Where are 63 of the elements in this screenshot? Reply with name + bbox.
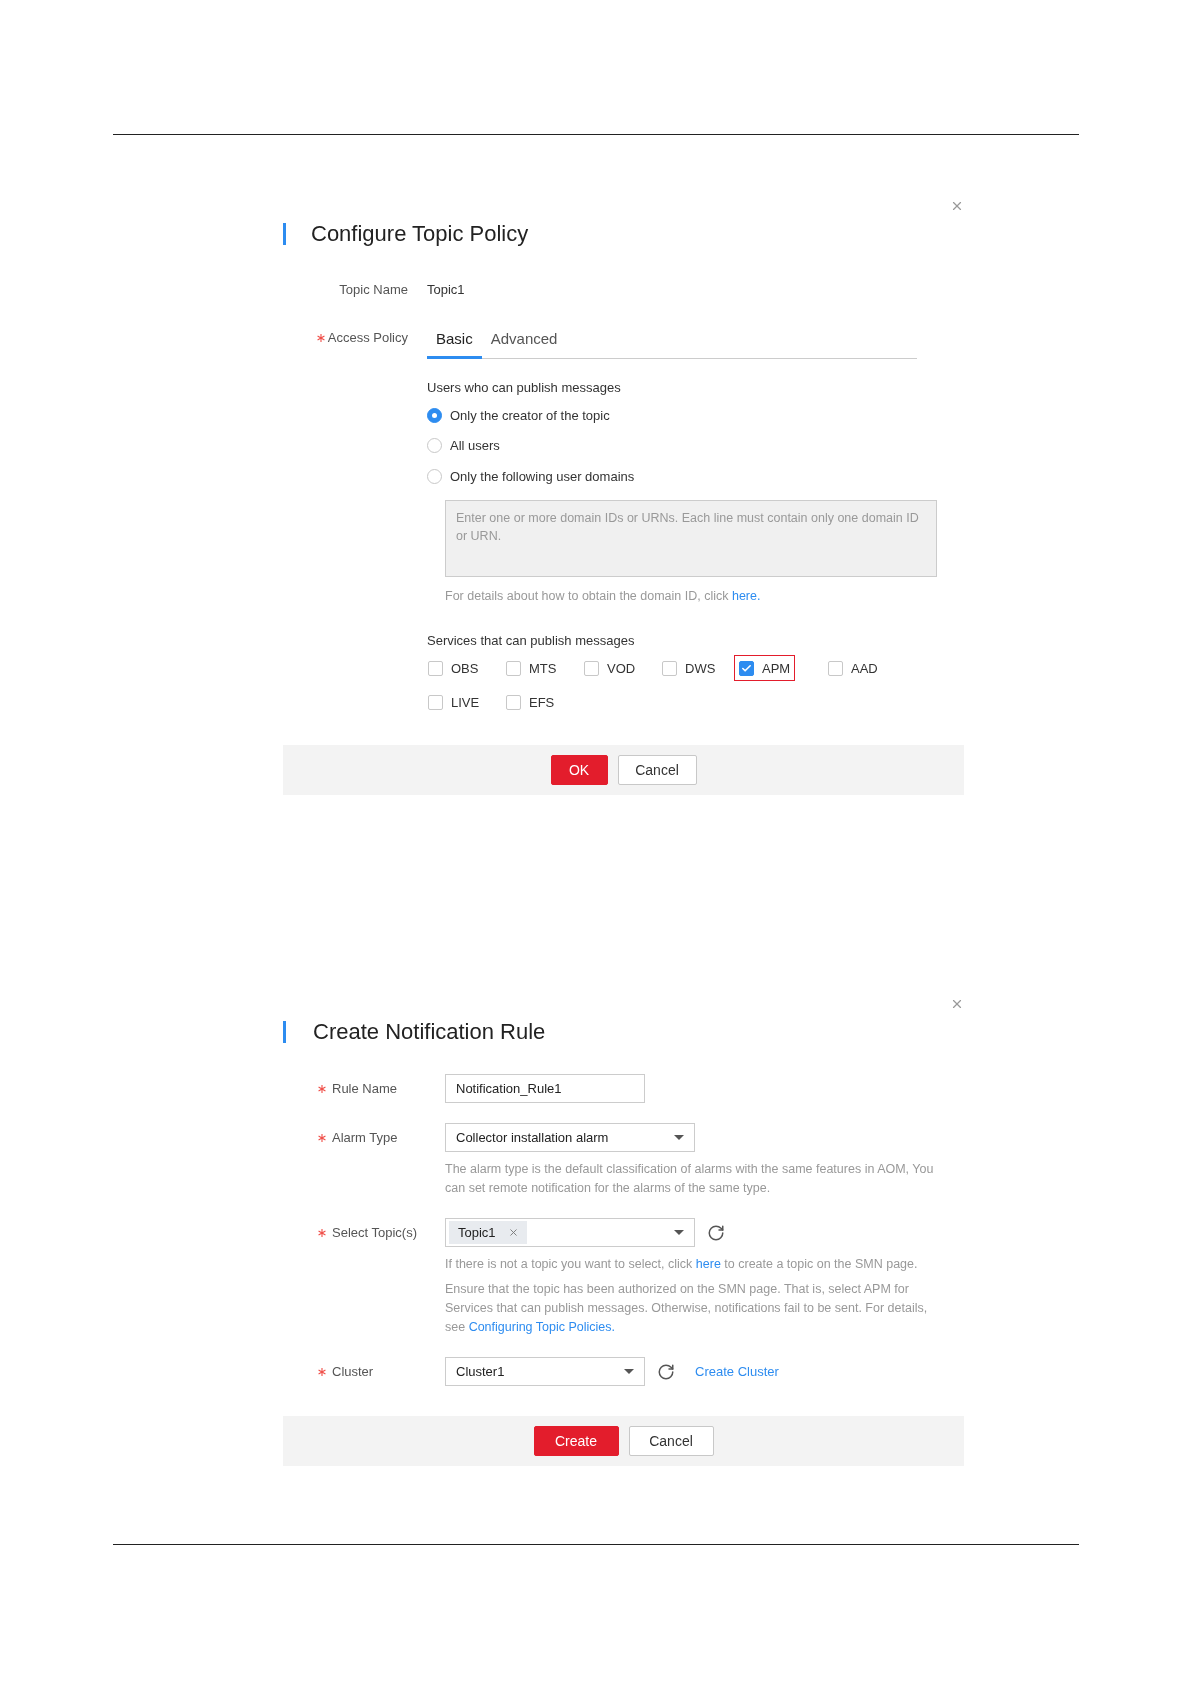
checkbox[interactable] xyxy=(662,660,677,676)
dropdown[interactable]: Collector installation alarm xyxy=(445,1123,695,1153)
field-label: Rule Name xyxy=(332,1080,398,1098)
caret-icon xyxy=(674,1135,684,1141)
create-cluster-link[interactable]: Create Cluster xyxy=(695,1362,779,1382)
checkbox[interactable] xyxy=(584,660,599,676)
section-heading: Users who can publish messages xyxy=(427,379,622,397)
topic-select[interactable]: Topic1 xyxy=(445,1218,695,1248)
tab[interactable]: Basic xyxy=(427,327,482,359)
field-label: Select Topic(s) xyxy=(332,1224,417,1242)
here-link[interactable]: here. xyxy=(731,589,761,603)
section-heading: Services that can publish messages xyxy=(427,631,636,650)
remove-icon[interactable] xyxy=(507,1227,519,1239)
tab[interactable]: Advanced xyxy=(481,327,567,359)
checkbox-label: EFS xyxy=(529,693,555,712)
caret-icon xyxy=(624,1369,634,1375)
checkbox-label: APM xyxy=(762,659,791,678)
radio-button[interactable] xyxy=(427,468,442,484)
confirm-button[interactable]: OK xyxy=(550,755,608,786)
checkbox[interactable] xyxy=(506,694,521,710)
domain-hint: For details about how to obtain the domain ID, click here. xyxy=(445,588,762,605)
radio-label: All users xyxy=(450,437,500,455)
checkbox[interactable] xyxy=(428,660,443,676)
rule-name-input[interactable]: Notification_Rule1 xyxy=(445,1074,645,1104)
checkbox[interactable] xyxy=(828,660,843,676)
checkbox-label: LIVE xyxy=(451,693,480,712)
refresh-icon[interactable] xyxy=(657,1362,675,1381)
refresh-icon[interactable] xyxy=(707,1223,725,1242)
checkbox-label: AAD xyxy=(851,659,878,678)
cancel-button[interactable]: Cancel xyxy=(617,755,697,786)
dialog-title: Create Notification Rule xyxy=(313,1018,546,1047)
checkbox-label: DWS xyxy=(685,659,716,678)
title-accent xyxy=(283,222,286,245)
checkbox-label: MTS xyxy=(529,659,557,678)
cancel-button[interactable]: Cancel xyxy=(628,1426,714,1457)
field-hint: If there is not a topic you want to select, click here to create a topic on the SMN page. xyxy=(445,1256,919,1274)
radio-button[interactable] xyxy=(427,438,442,454)
checkbox-label: VOD xyxy=(607,659,636,678)
field-label: Cluster xyxy=(332,1363,374,1381)
checkbox-label: OBS xyxy=(451,659,479,678)
check-icon xyxy=(741,662,752,674)
caret-icon xyxy=(674,1230,684,1236)
field-hint: The alarm type is the default classification of alarms with the same features in AOM, You can set remote notification for the alarms of the same type. xyxy=(445,1161,935,1198)
topic-tag: Topic1 xyxy=(449,1221,527,1245)
domains-field[interactable]: Enter one or more domain IDs or URNs. Each line must contain only one domain ID or URN. xyxy=(445,500,937,577)
radio-label: Only the following user domains xyxy=(450,467,635,486)
confirm-button[interactable]: Create xyxy=(533,1426,619,1457)
hint-link[interactable]: Configuring Topic Policies. xyxy=(468,1320,615,1335)
checkbox[interactable] xyxy=(428,694,443,710)
radio-label: Only the creator of the topic xyxy=(450,406,610,425)
close-icon[interactable] xyxy=(950,199,964,213)
field-hint: Ensure that the topic has been authorized on the SMN page. That is, select APM for Services that can publish messages. Otherwise, notifications fail to be sent. For details, see Configuring Topic Policies. xyxy=(445,1281,929,1337)
dropdown[interactable]: Cluster1 xyxy=(445,1357,645,1387)
checkbox[interactable] xyxy=(739,660,754,676)
radio-button[interactable] xyxy=(427,407,442,423)
hint-link[interactable]: here xyxy=(695,1257,721,1272)
field-label: Alarm Type xyxy=(332,1129,398,1147)
field-label: Access Policy xyxy=(327,328,408,347)
field-label: Topic Name xyxy=(339,281,408,299)
title-accent xyxy=(283,1020,286,1043)
dialog-title: Configure Topic Policy xyxy=(311,220,529,248)
topic-name-value: Topic1 xyxy=(427,281,465,299)
checkbox[interactable] xyxy=(506,660,521,676)
